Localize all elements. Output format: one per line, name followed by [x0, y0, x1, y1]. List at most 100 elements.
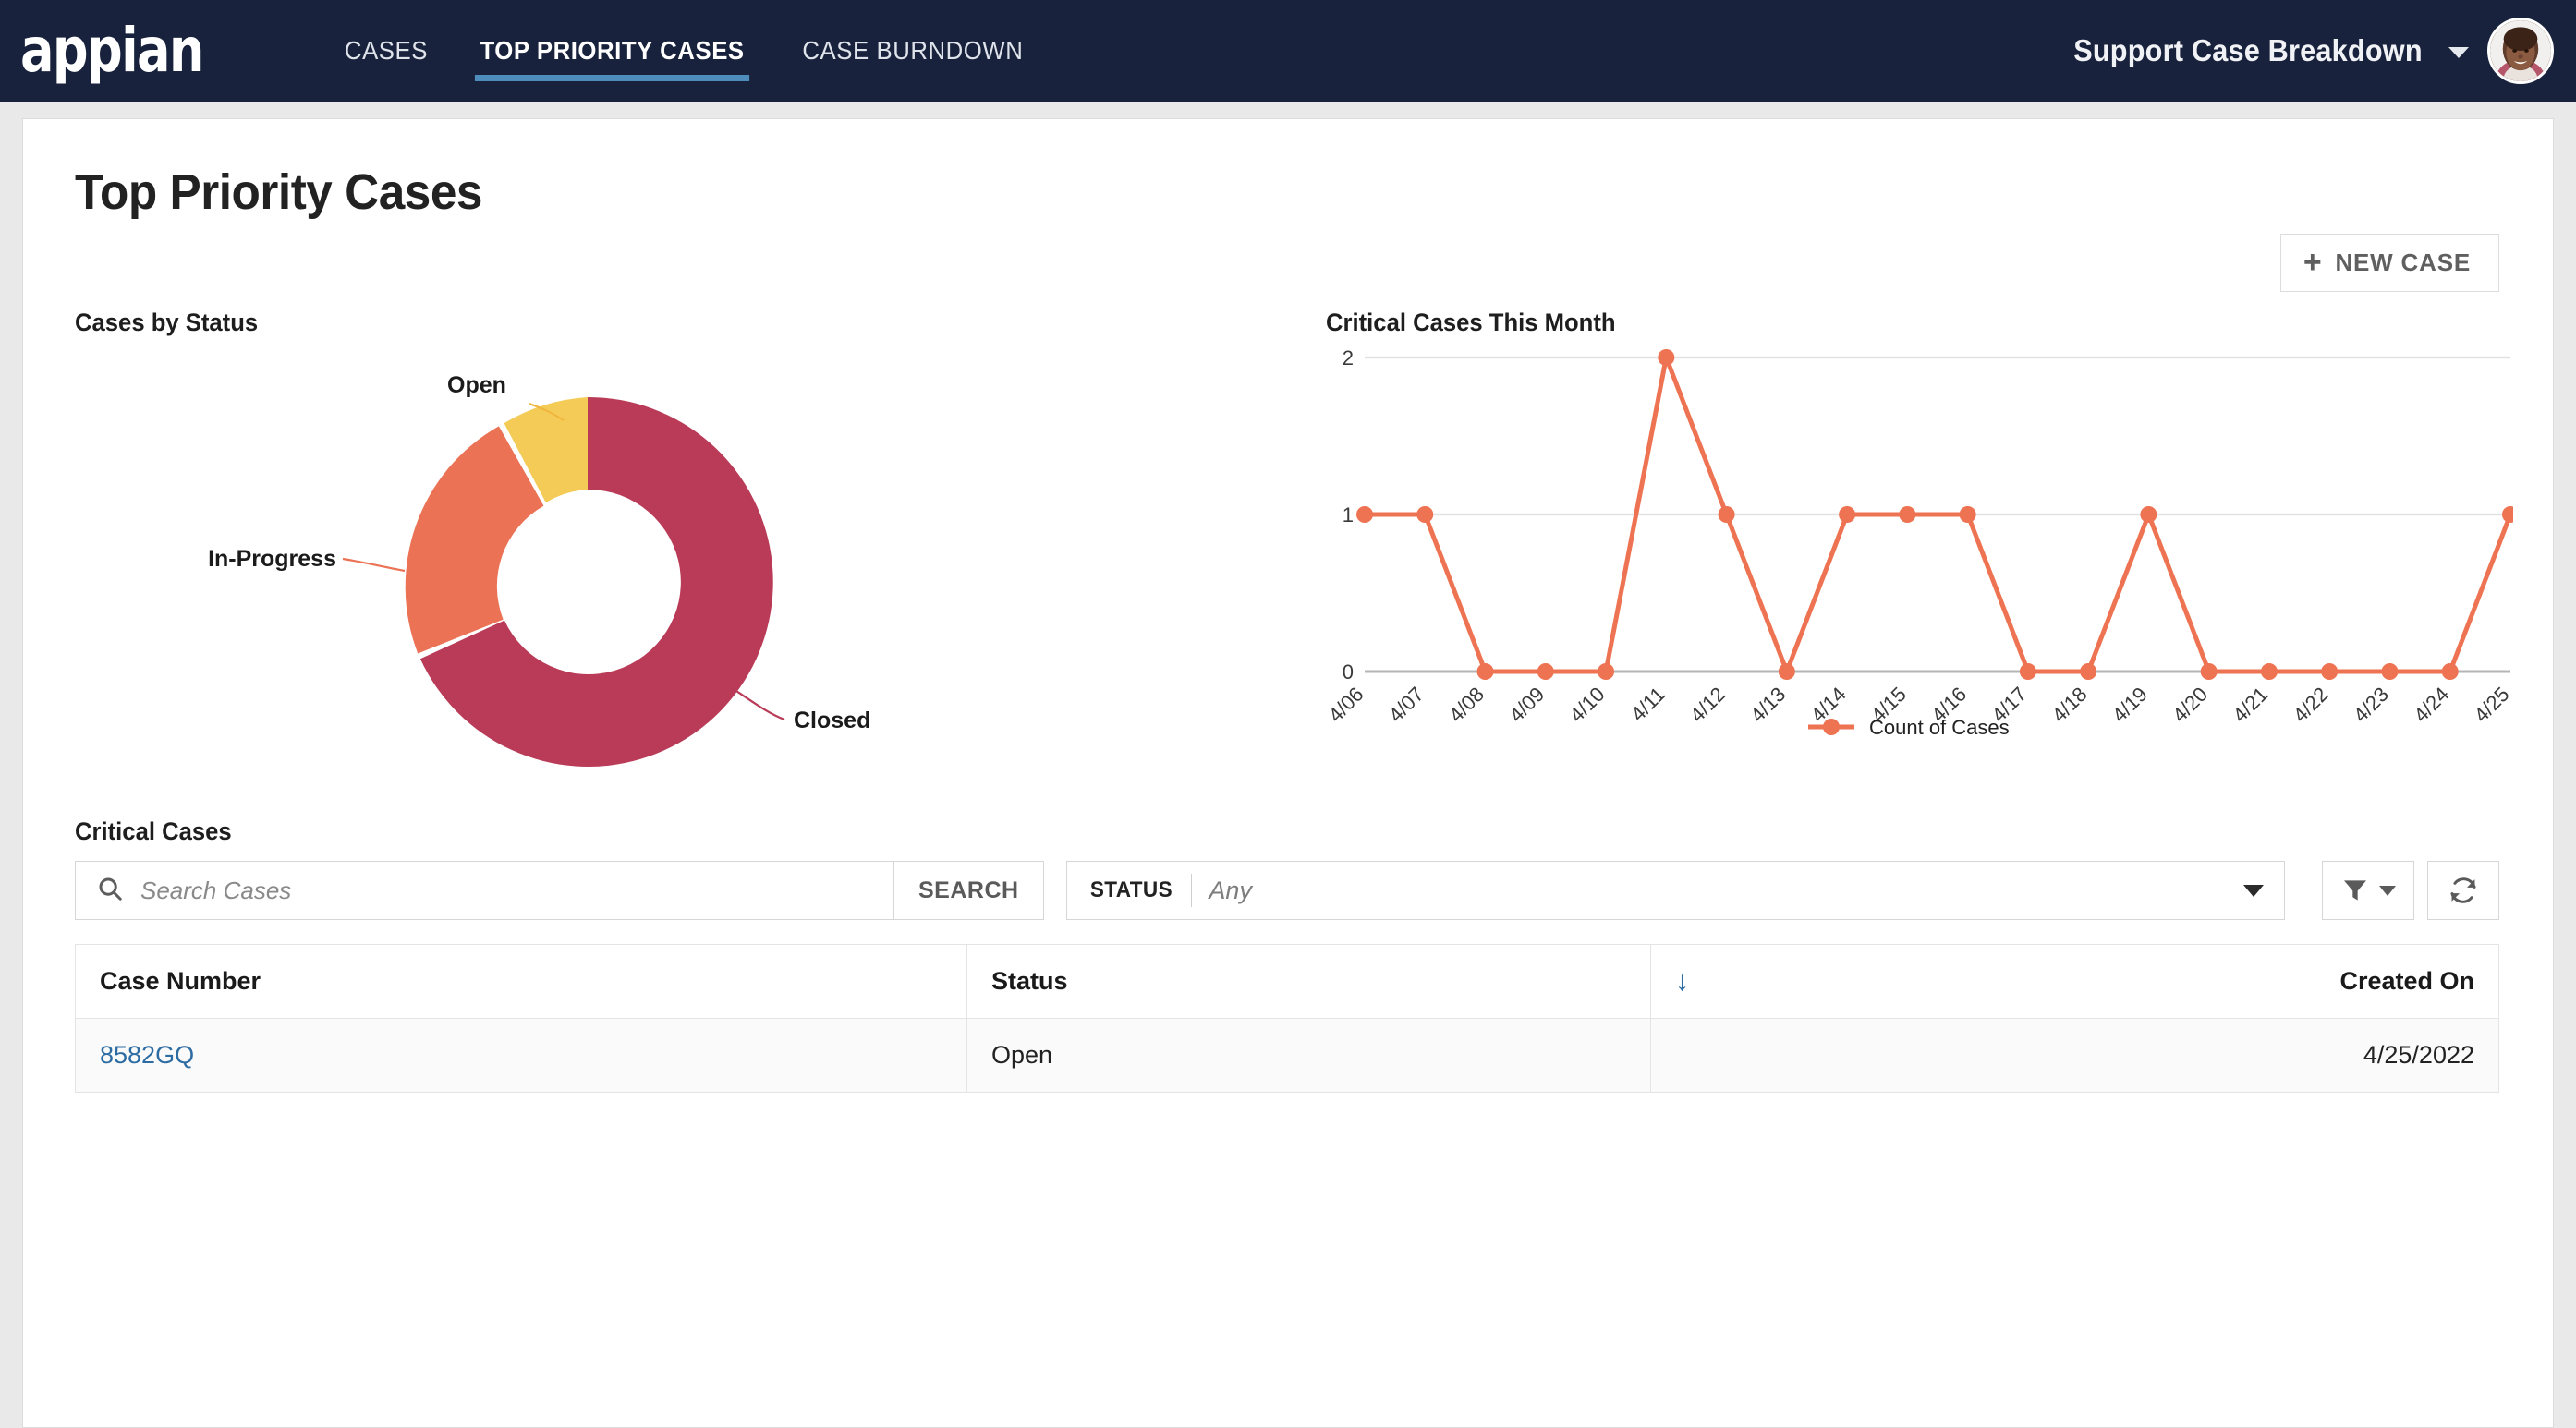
- donut-chart-canvas: Open In-Progress Closed: [75, 346, 1287, 808]
- column-header-case-number[interactable]: Case Number: [75, 944, 967, 1019]
- data-point-4/23[interactable]: [2381, 663, 2399, 680]
- filter-button[interactable]: [2322, 861, 2414, 920]
- page-title: Top Priority Cases: [75, 164, 482, 220]
- grid-icon-buttons: [2322, 861, 2499, 920]
- data-point-4/10[interactable]: [1598, 663, 1615, 680]
- app-title[interactable]: Support Case Breakdown: [2073, 33, 2423, 68]
- donut-leader-line-closed: [733, 688, 785, 721]
- critical-cases-table: Case Number Status ↓ Created On 8582GQ Op…: [75, 944, 2499, 1093]
- data-point-4/16[interactable]: [1959, 506, 1976, 523]
- case-number-link[interactable]: 8582GQ: [100, 1041, 194, 1069]
- x-tick-4/25: 4/25: [2470, 683, 2513, 727]
- data-point-4/25[interactable]: [2502, 506, 2513, 523]
- top-right-controls: Support Case Breakdown: [2060, 0, 2554, 102]
- cell-case-number: 8582GQ: [75, 1018, 967, 1093]
- chevron-down-icon[interactable]: [2448, 47, 2469, 58]
- x-tick-4/06: 4/06: [1326, 683, 1368, 727]
- data-point-4/08[interactable]: [1476, 663, 1494, 680]
- x-tick-4/10: 4/10: [1565, 683, 1610, 727]
- status-filter-value: Any: [1209, 876, 1252, 904]
- critical-cases-this-month-chart: Critical Cases This Month 0 1 2 4/06 4/07 4/…: [1287, 309, 2513, 808]
- status-filter-label: STATUS: [1089, 877, 1173, 902]
- table-row[interactable]: 8582GQ Open 4/25/2022: [75, 1018, 2499, 1093]
- data-point-4/18[interactable]: [2080, 663, 2097, 680]
- data-point-4/14[interactable]: [1839, 506, 1856, 523]
- nav-item-cases[interactable]: CASES: [328, 0, 445, 102]
- column-header-created-on[interactable]: Created On: [1849, 944, 2499, 1019]
- chevron-down-icon[interactable]: [2243, 884, 2264, 897]
- x-tick-4/08: 4/08: [1444, 683, 1488, 727]
- table-header-row: Case Number Status ↓ Created On: [75, 944, 2499, 1019]
- x-tick-4/18: 4/18: [2047, 683, 2092, 727]
- refresh-button[interactable]: [2427, 861, 2499, 920]
- data-point-4/09[interactable]: [1537, 663, 1554, 680]
- x-tick-4/07: 4/07: [1384, 683, 1428, 727]
- x-tick-4/09: 4/09: [1504, 683, 1549, 727]
- column-header-sort-indicator[interactable]: ↓: [1650, 944, 1850, 1019]
- main-nav: CASES TOP PRIORITY CASES CASE BURNDOWN: [322, 0, 1051, 102]
- donut-chart-title: Cases by Status: [75, 309, 259, 336]
- data-point-4/06[interactable]: [1356, 506, 1373, 523]
- line-chart-canvas: 012 4/06 4/07 4/08 4/09 4/10 4/11 4/12 4/13 4/14…: [1326, 346, 2513, 781]
- x-tick-4/20: 4/20: [2168, 683, 2212, 727]
- y-tick-1: 1: [1343, 503, 1354, 526]
- cell-spacer: [1650, 1018, 1850, 1093]
- x-tick-4/19: 4/19: [2108, 683, 2152, 727]
- data-point-4/13[interactable]: [1778, 663, 1795, 680]
- refresh-icon: [2450, 877, 2476, 903]
- x-tick-4/11: 4/11: [1626, 683, 1670, 726]
- data-point-4/24[interactable]: [2441, 663, 2459, 680]
- data-point-4/11[interactable]: [1658, 349, 1675, 366]
- donut-leader-line-in-progress: [342, 557, 406, 573]
- data-point-4/21[interactable]: [2260, 663, 2278, 680]
- status-divider: [1191, 874, 1193, 907]
- y-tick-0: 0: [1343, 660, 1354, 684]
- cell-status: Open: [966, 1018, 1651, 1093]
- donut-label-open: Open: [447, 372, 506, 398]
- data-point-4/20[interactable]: [2200, 663, 2218, 680]
- avatar-image: [2490, 20, 2551, 81]
- search-button[interactable]: SEARCH: [893, 861, 1044, 920]
- new-case-button[interactable]: + NEW CASE: [2279, 234, 2499, 292]
- data-point-4/19[interactable]: [2140, 506, 2157, 523]
- cell-created-on: 4/25/2022: [1849, 1018, 2499, 1093]
- search-box[interactable]: [75, 861, 893, 920]
- filter-icon: [2344, 880, 2366, 901]
- new-case-button-label: NEW CASE: [2335, 248, 2471, 276]
- y-tick-2: 2: [1343, 346, 1354, 369]
- critical-cases-grid-section: Critical Cases SEARCH STATUS Any: [23, 817, 2553, 1093]
- x-tick-4/21: 4/21: [2229, 683, 2273, 727]
- x-tick-4/12: 4/12: [1685, 683, 1730, 727]
- charts-row: Cases by Status Open In-Progress Closed …: [23, 309, 2553, 808]
- column-header-status[interactable]: Status: [966, 944, 1651, 1019]
- x-tick-4/13: 4/13: [1745, 683, 1790, 727]
- x-tick-4/23: 4/23: [2349, 683, 2393, 727]
- page-card: Top Priority Cases + NEW CASE Cases by S…: [22, 118, 2554, 1428]
- search-icon: [96, 875, 124, 907]
- data-point-4/12[interactable]: [1718, 506, 1735, 523]
- data-point-4/15[interactable]: [1899, 506, 1916, 523]
- x-tick-4/24: 4/24: [2409, 683, 2453, 727]
- nav-item-top-priority-cases[interactable]: TOP PRIORITY CASES: [463, 0, 761, 102]
- search-input[interactable]: [139, 875, 893, 906]
- page-actions: + NEW CASE: [23, 234, 2553, 292]
- line-chart-legend-label: Count of Cases: [1869, 716, 2010, 739]
- x-tick-4/22: 4/22: [2289, 683, 2333, 727]
- line-chart-y-axis-ticks: 0 1 2: [1343, 346, 1354, 684]
- top-navigation-bar: appian CASES TOP PRIORITY CASES CASE BUR…: [0, 0, 2576, 102]
- nav-item-case-burndown[interactable]: CASE BURNDOWN: [785, 0, 1040, 102]
- cases-by-status-chart: Cases by Status Open In-Progress Closed: [75, 309, 1287, 808]
- appian-logo[interactable]: appian: [20, 20, 204, 81]
- donut-label-in-progress: In-Progress: [208, 546, 336, 572]
- data-point-4/07[interactable]: [1416, 506, 1434, 523]
- sort-descending-icon: ↓: [1675, 965, 1689, 997]
- status-filter-dropdown[interactable]: STATUS Any: [1065, 861, 2285, 920]
- chevron-down-icon: [2379, 885, 2396, 896]
- donut-slice-in-progress[interactable]: [405, 426, 544, 654]
- grid-title: Critical Cases: [75, 817, 232, 845]
- line-chart-legend[interactable]: Count of Cases: [1808, 716, 2010, 739]
- avatar[interactable]: [2487, 18, 2554, 84]
- data-point-4/22[interactable]: [2321, 663, 2339, 680]
- data-point-4/17[interactable]: [2019, 663, 2036, 680]
- line-chart-title: Critical Cases This Month: [1326, 309, 1616, 336]
